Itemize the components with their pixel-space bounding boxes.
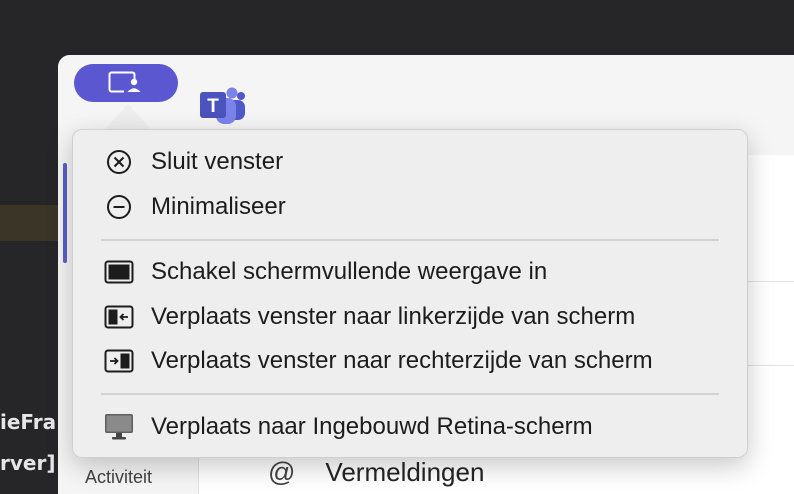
sidebar-item-activity[interactable]: Activiteit	[85, 467, 152, 488]
menu-pointer	[104, 104, 152, 130]
tile-left-icon	[103, 303, 135, 331]
menu-item-move-to-display[interactable]: Verplaats naar Ingebouwd Retina-scherm	[73, 407, 747, 447]
minus-circle-icon	[103, 193, 135, 221]
background-code-line: rver]	[0, 451, 56, 475]
menu-item-label: Verplaats naar Ingebouwd Retina-scherm	[151, 413, 593, 440]
mentions-item[interactable]: @ Vermeldingen	[268, 457, 484, 488]
svg-text:T: T	[207, 96, 219, 117]
menu-separator	[101, 239, 719, 241]
fullscreen-icon	[103, 258, 135, 286]
menu-item-fullscreen[interactable]: Schakel schermvullende weergave in	[73, 252, 747, 292]
screen-person-icon	[108, 71, 143, 94]
menu-item-label: Verplaats venster naar rechterzijde van …	[151, 347, 653, 374]
tile-right-icon	[103, 347, 135, 375]
close-circle-icon	[103, 148, 135, 176]
menu-item-label: Sluit venster	[151, 148, 284, 175]
display-icon	[103, 413, 135, 441]
background-code-line: ieFra	[0, 410, 57, 434]
teams-logo-icon: T	[200, 87, 245, 124]
menu-item-label: Verplaats venster naar linkerzijde van s…	[151, 303, 636, 330]
menu-item-label: Minimaliseer	[151, 193, 286, 220]
menu-item-minimize[interactable]: Minimaliseer	[73, 187, 747, 227]
menu-item-tile-left[interactable]: Verplaats venster naar linkerzijde van s…	[73, 297, 747, 337]
menu-separator	[101, 393, 719, 395]
mentions-label: Vermeldingen	[325, 457, 485, 487]
window-context-menu: Sluit venster Minimaliseer Schakel scher…	[72, 129, 748, 458]
menu-item-tile-right[interactable]: Verplaats venster naar rechterzijde van …	[73, 341, 747, 381]
menu-item-label: Schakel schermvullende weergave in	[151, 258, 548, 285]
at-sign-icon: @	[268, 457, 296, 487]
window-menu-button[interactable]	[74, 64, 178, 102]
menu-item-close-window[interactable]: Sluit venster	[73, 142, 747, 182]
sidebar-active-indicator	[63, 163, 67, 263]
